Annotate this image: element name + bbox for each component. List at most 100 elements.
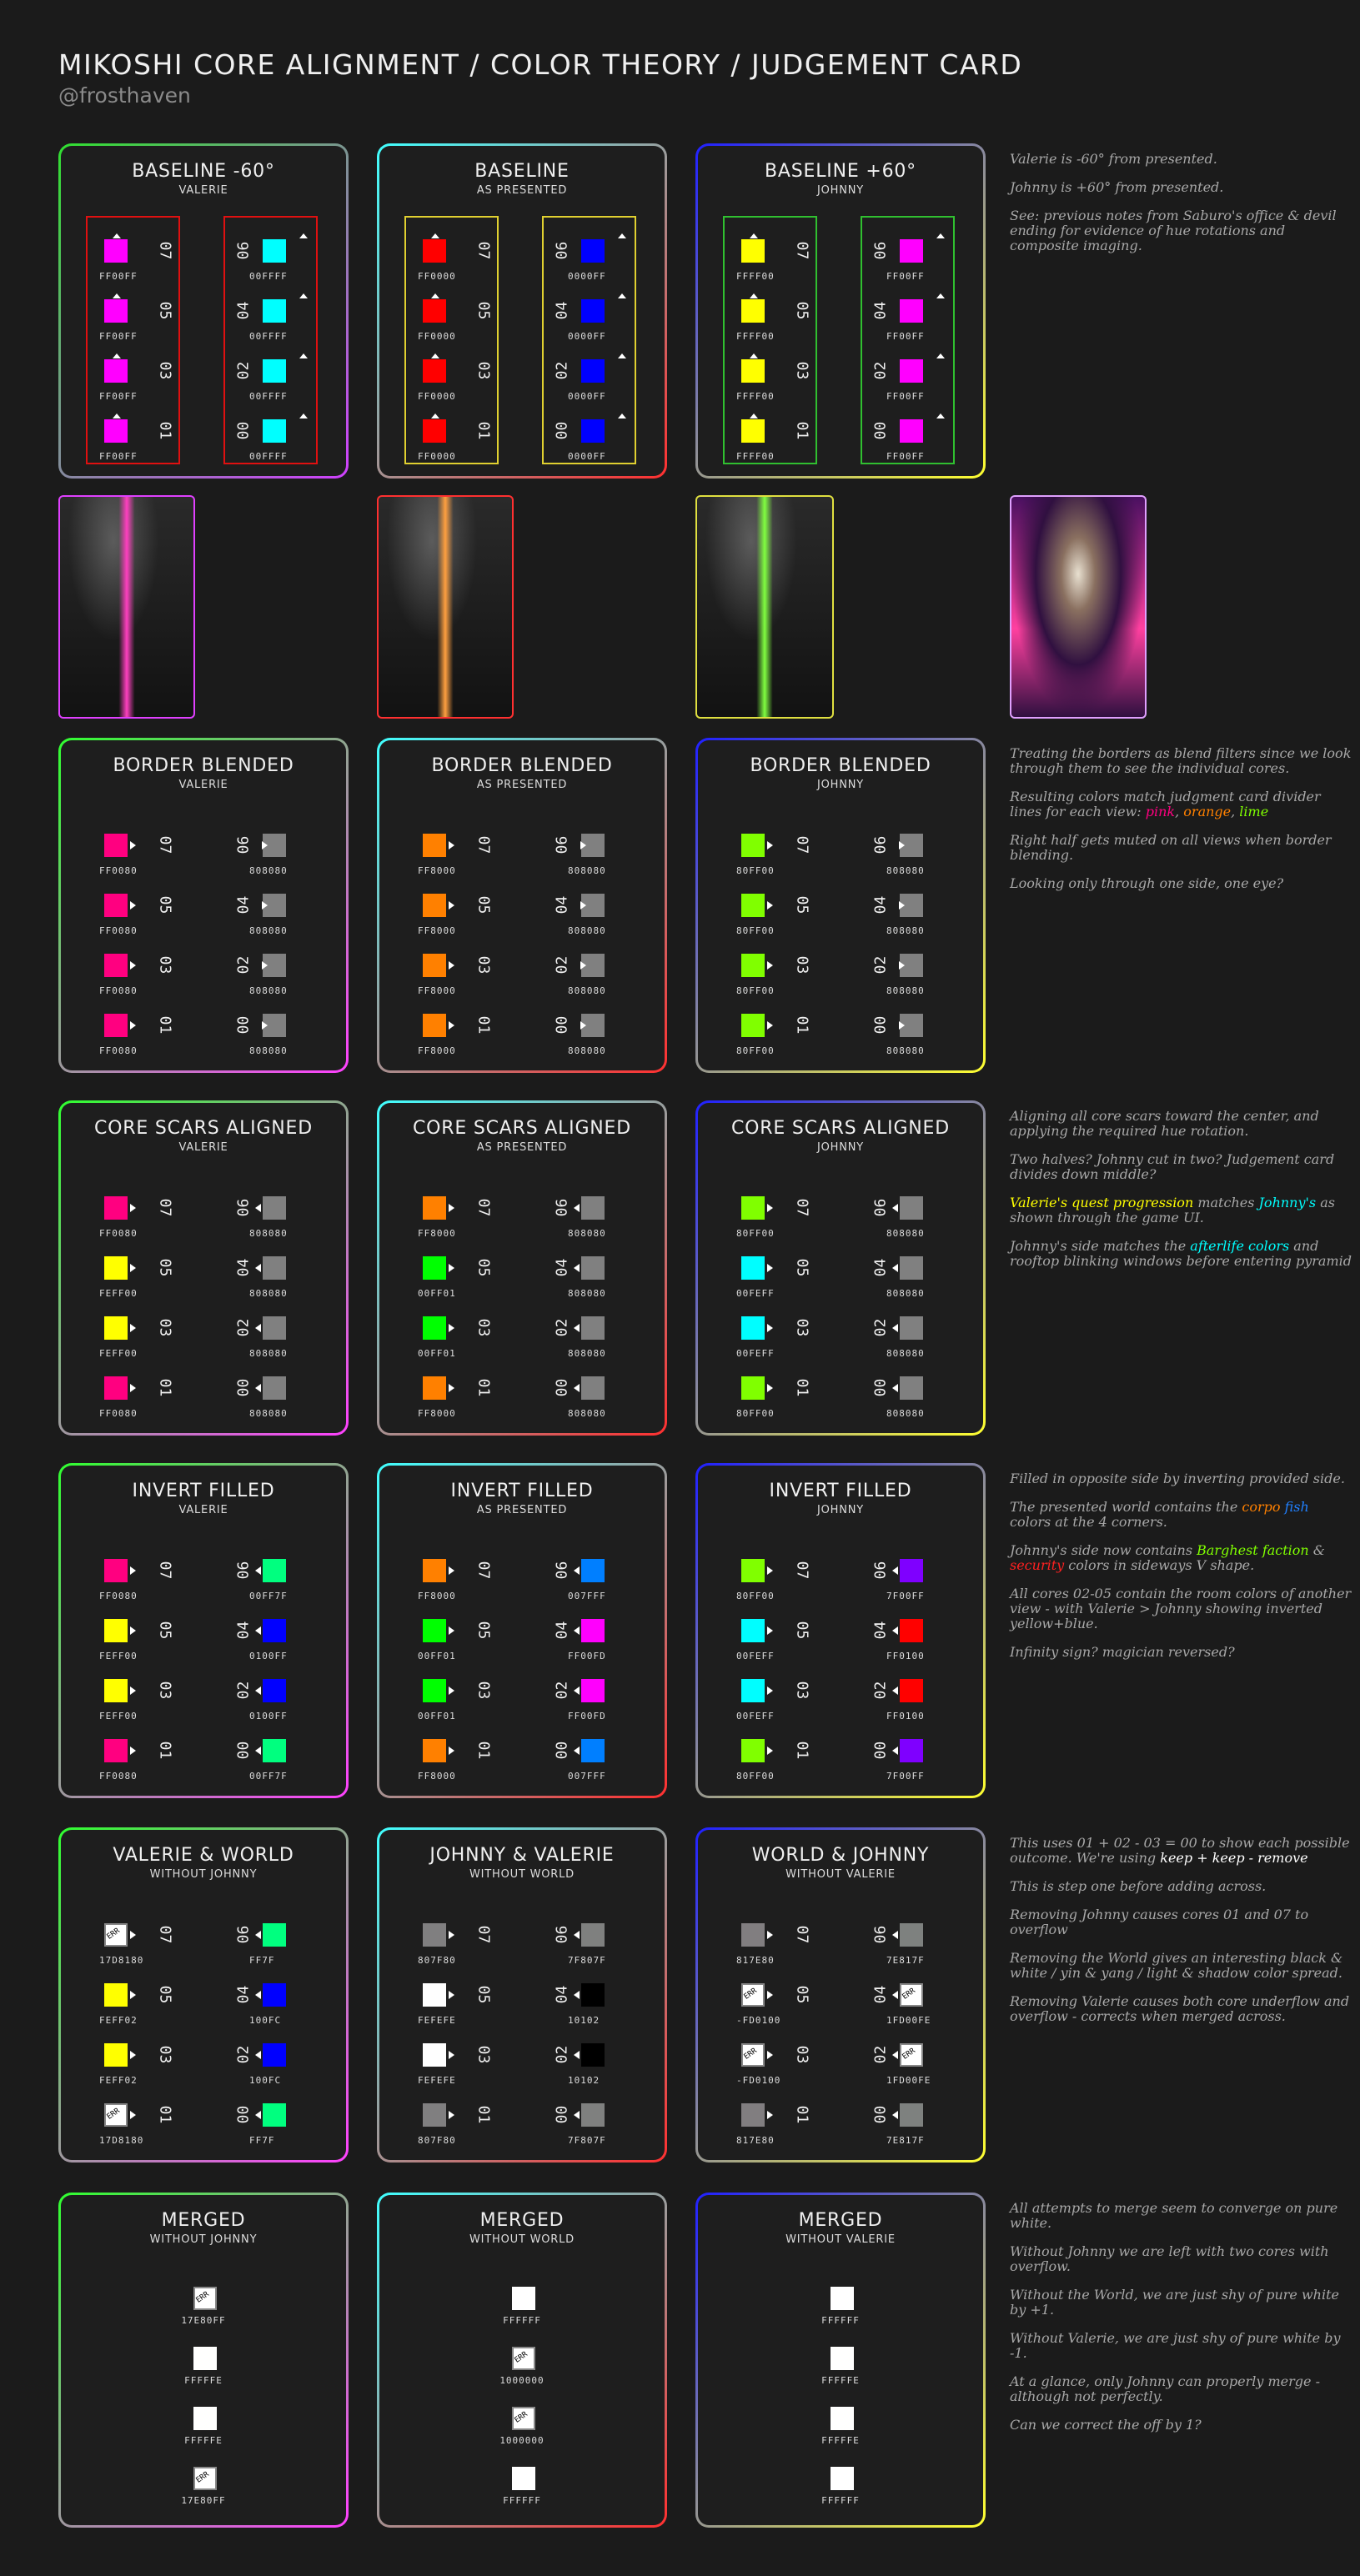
core-hex-value: 1000000 [499, 2435, 545, 2446]
core-swatch [741, 239, 765, 263]
direction-marker-icon [113, 293, 121, 298]
core-number: 05 [474, 1985, 493, 2004]
panel-title: JOHNNY & VALERIE [429, 1845, 615, 1866]
core-swatch [423, 2043, 446, 2067]
core-hex-value: 808080 [249, 865, 288, 876]
note-paragraph: Valerie's quest progression matches John… [1010, 1195, 1352, 1225]
core-swatch [741, 1679, 765, 1702]
core-cell: 00 808080 [846, 1007, 963, 1067]
core-swatch [423, 1316, 446, 1340]
panel-body: JOHNNY & VALERIE WITHOUT WORLD 07 807F80 05 F… [379, 1830, 665, 2160]
core-cell: 02 808080 [528, 947, 645, 1007]
panel-body: CORE SCARS ALIGNED AS PRESENTED 07 FF8000 05… [379, 1103, 665, 1433]
core-hex-value: FEFF02 [99, 2075, 138, 2086]
panel-body: INVERT FILLED JOHNNY 07 80FF00 05 00FEFF 03 00F… [698, 1466, 983, 1796]
core-swatch [831, 2347, 854, 2370]
core-cell: 05 00FEFF [715, 1612, 831, 1672]
core-swatch [423, 954, 446, 977]
core-panel: MERGED WITHOUT JOHNNY 17E80FF FFFFFE FFFFFE 1… [58, 2193, 349, 2528]
panel-body: CORE SCARS ALIGNED VALERIE 07 FF0080 05 FEFF0… [61, 1103, 346, 1433]
core-hex-value: 10102 [568, 2015, 600, 2026]
core-swatch [741, 1014, 765, 1037]
core-hex-value: 17D8180 [99, 2135, 144, 2146]
core-hex-value: 80FF00 [736, 1045, 775, 1056]
core-swatch [581, 1679, 605, 1702]
note-text: Two halves? Johnny cut in two? Judgement… [1010, 1151, 1335, 1182]
direction-marker-icon [255, 2111, 261, 2119]
direction-marker-icon [255, 1384, 261, 1392]
core-number: 02 [234, 1318, 253, 1337]
note-paragraph: Infinity sign? magician reversed? [1010, 1645, 1352, 1660]
core-swatch [741, 2103, 765, 2127]
core-swatch [104, 1983, 128, 2007]
core-hex-value: 808080 [886, 985, 925, 996]
core-hex-value: 808080 [568, 985, 606, 996]
core-hex-value: FF8000 [418, 925, 456, 936]
core-hex-value: 808080 [249, 1408, 288, 1419]
core-hex-value: FEFF00 [99, 1348, 138, 1359]
panel-subtitle: VALERIE [178, 1504, 228, 1516]
core-number: 06 [553, 835, 571, 854]
core-cell: 07 FF0080 [78, 827, 194, 887]
core-cell: 07 FF0080 [78, 1552, 194, 1612]
core-swatch [741, 419, 765, 443]
direction-marker-icon [750, 353, 758, 358]
core-number: 07 [474, 1198, 493, 1217]
core-cell: 04 1FD00FE [846, 1977, 963, 2037]
core-hex-value: FFFFFF [821, 2495, 860, 2506]
core-hex-value: 80FF00 [736, 925, 775, 936]
core-cell: 00 7F807F [528, 2097, 645, 2157]
core-hex-value: FFFF00 [736, 271, 775, 282]
note-highlight: security [1010, 1557, 1065, 1573]
core-number: 03 [156, 955, 174, 975]
error-swatch-icon [741, 2043, 765, 2067]
core-swatch [104, 239, 128, 263]
core-swatch [104, 1679, 128, 1702]
core-number: 01 [156, 1378, 174, 1397]
direction-marker-icon [936, 233, 945, 238]
core-cell: 00 808080 [528, 1007, 645, 1067]
core-swatch [741, 299, 765, 323]
core-panel: VALERIE & WORLD WITHOUT JOHNNY 07 17D8180 05… [58, 1827, 349, 2163]
note-paragraph: Removing the World gives an interesting … [1010, 1951, 1352, 1981]
core-cell: 04 808080 [846, 887, 963, 947]
direction-marker-icon [892, 2051, 898, 2059]
core-swatch [581, 1316, 605, 1340]
core-cell: 02 10102 [528, 2037, 645, 2097]
panel-title: CORE SCARS ALIGNED [412, 1118, 632, 1139]
core-number: 01 [793, 1015, 811, 1035]
direction-marker-icon [892, 1566, 898, 1575]
core-cell: 03 FFFF00 [715, 353, 831, 413]
core-hex-value: 7E817F [886, 2135, 925, 2146]
core-cell: 04 10102 [528, 1977, 645, 2037]
panel-subtitle: VALERIE [178, 184, 228, 197]
direction-marker-icon [936, 413, 945, 418]
core-number: 00 [234, 1378, 253, 1397]
note-text: The presented world contains the [1010, 1499, 1242, 1515]
core-hex-value: FF8000 [418, 865, 456, 876]
core-cell: 03 FF0080 [78, 947, 194, 1007]
core-hex-value: 00FFFF [249, 271, 288, 282]
core-number: 01 [474, 1741, 493, 1760]
johnny-view-image [695, 495, 834, 719]
page-title: MIKOSHI CORE ALIGNMENT / COLOR THEORY / … [58, 48, 1023, 81]
direction-marker-icon [255, 1747, 261, 1755]
merged-core: FFFFFF [379, 2287, 665, 2347]
direction-marker-icon [574, 1384, 580, 1392]
core-hex-value: FEFF02 [99, 2015, 138, 2026]
direction-marker-icon [892, 1931, 898, 1939]
core-swatch [741, 954, 765, 977]
core-swatch [104, 2043, 128, 2067]
core-swatch [104, 1376, 128, 1400]
direction-marker-icon [449, 1747, 454, 1755]
core-hex-value: FEFEFE [418, 2015, 456, 2026]
direction-marker-icon [892, 1686, 898, 1695]
core-hex-value: FFFFFE [184, 2375, 223, 2386]
merged-core: 1000000 [379, 2347, 665, 2407]
core-number: 07 [793, 1925, 811, 1944]
core-swatch [423, 1739, 446, 1762]
panel-body: INVERT FILLED VALERIE 07 FF0080 05 FEFF00 03 FE… [61, 1466, 346, 1796]
core-hex-value: 817E80 [736, 2135, 775, 2146]
core-swatch [263, 1983, 286, 2007]
core-cell: 02 FF0100 [846, 1672, 963, 1732]
